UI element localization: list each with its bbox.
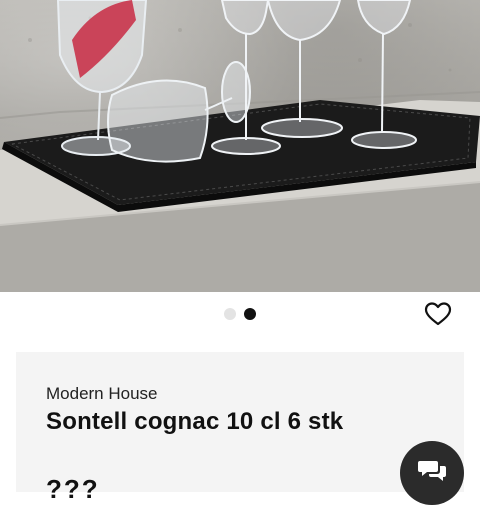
- product-info-card: Modern House Sontell cognac 10 cl 6 stk …: [16, 352, 464, 504]
- product-image[interactable]: [0, 0, 480, 292]
- heart-outline-icon: [424, 302, 452, 326]
- carousel-indicators: [0, 308, 480, 320]
- product-photo: [0, 0, 480, 292]
- product-brand[interactable]: Modern House: [46, 384, 158, 404]
- product-price: ???: [46, 474, 100, 504]
- product-title: Sontell cognac 10 cl 6 stk: [46, 408, 344, 435]
- chat-bubbles-icon: [418, 461, 446, 481]
- carousel-dot-2-active[interactable]: [244, 308, 256, 320]
- carousel-dot-1[interactable]: [224, 308, 236, 320]
- favorite-button[interactable]: [424, 301, 452, 327]
- chat-button[interactable]: [400, 441, 464, 505]
